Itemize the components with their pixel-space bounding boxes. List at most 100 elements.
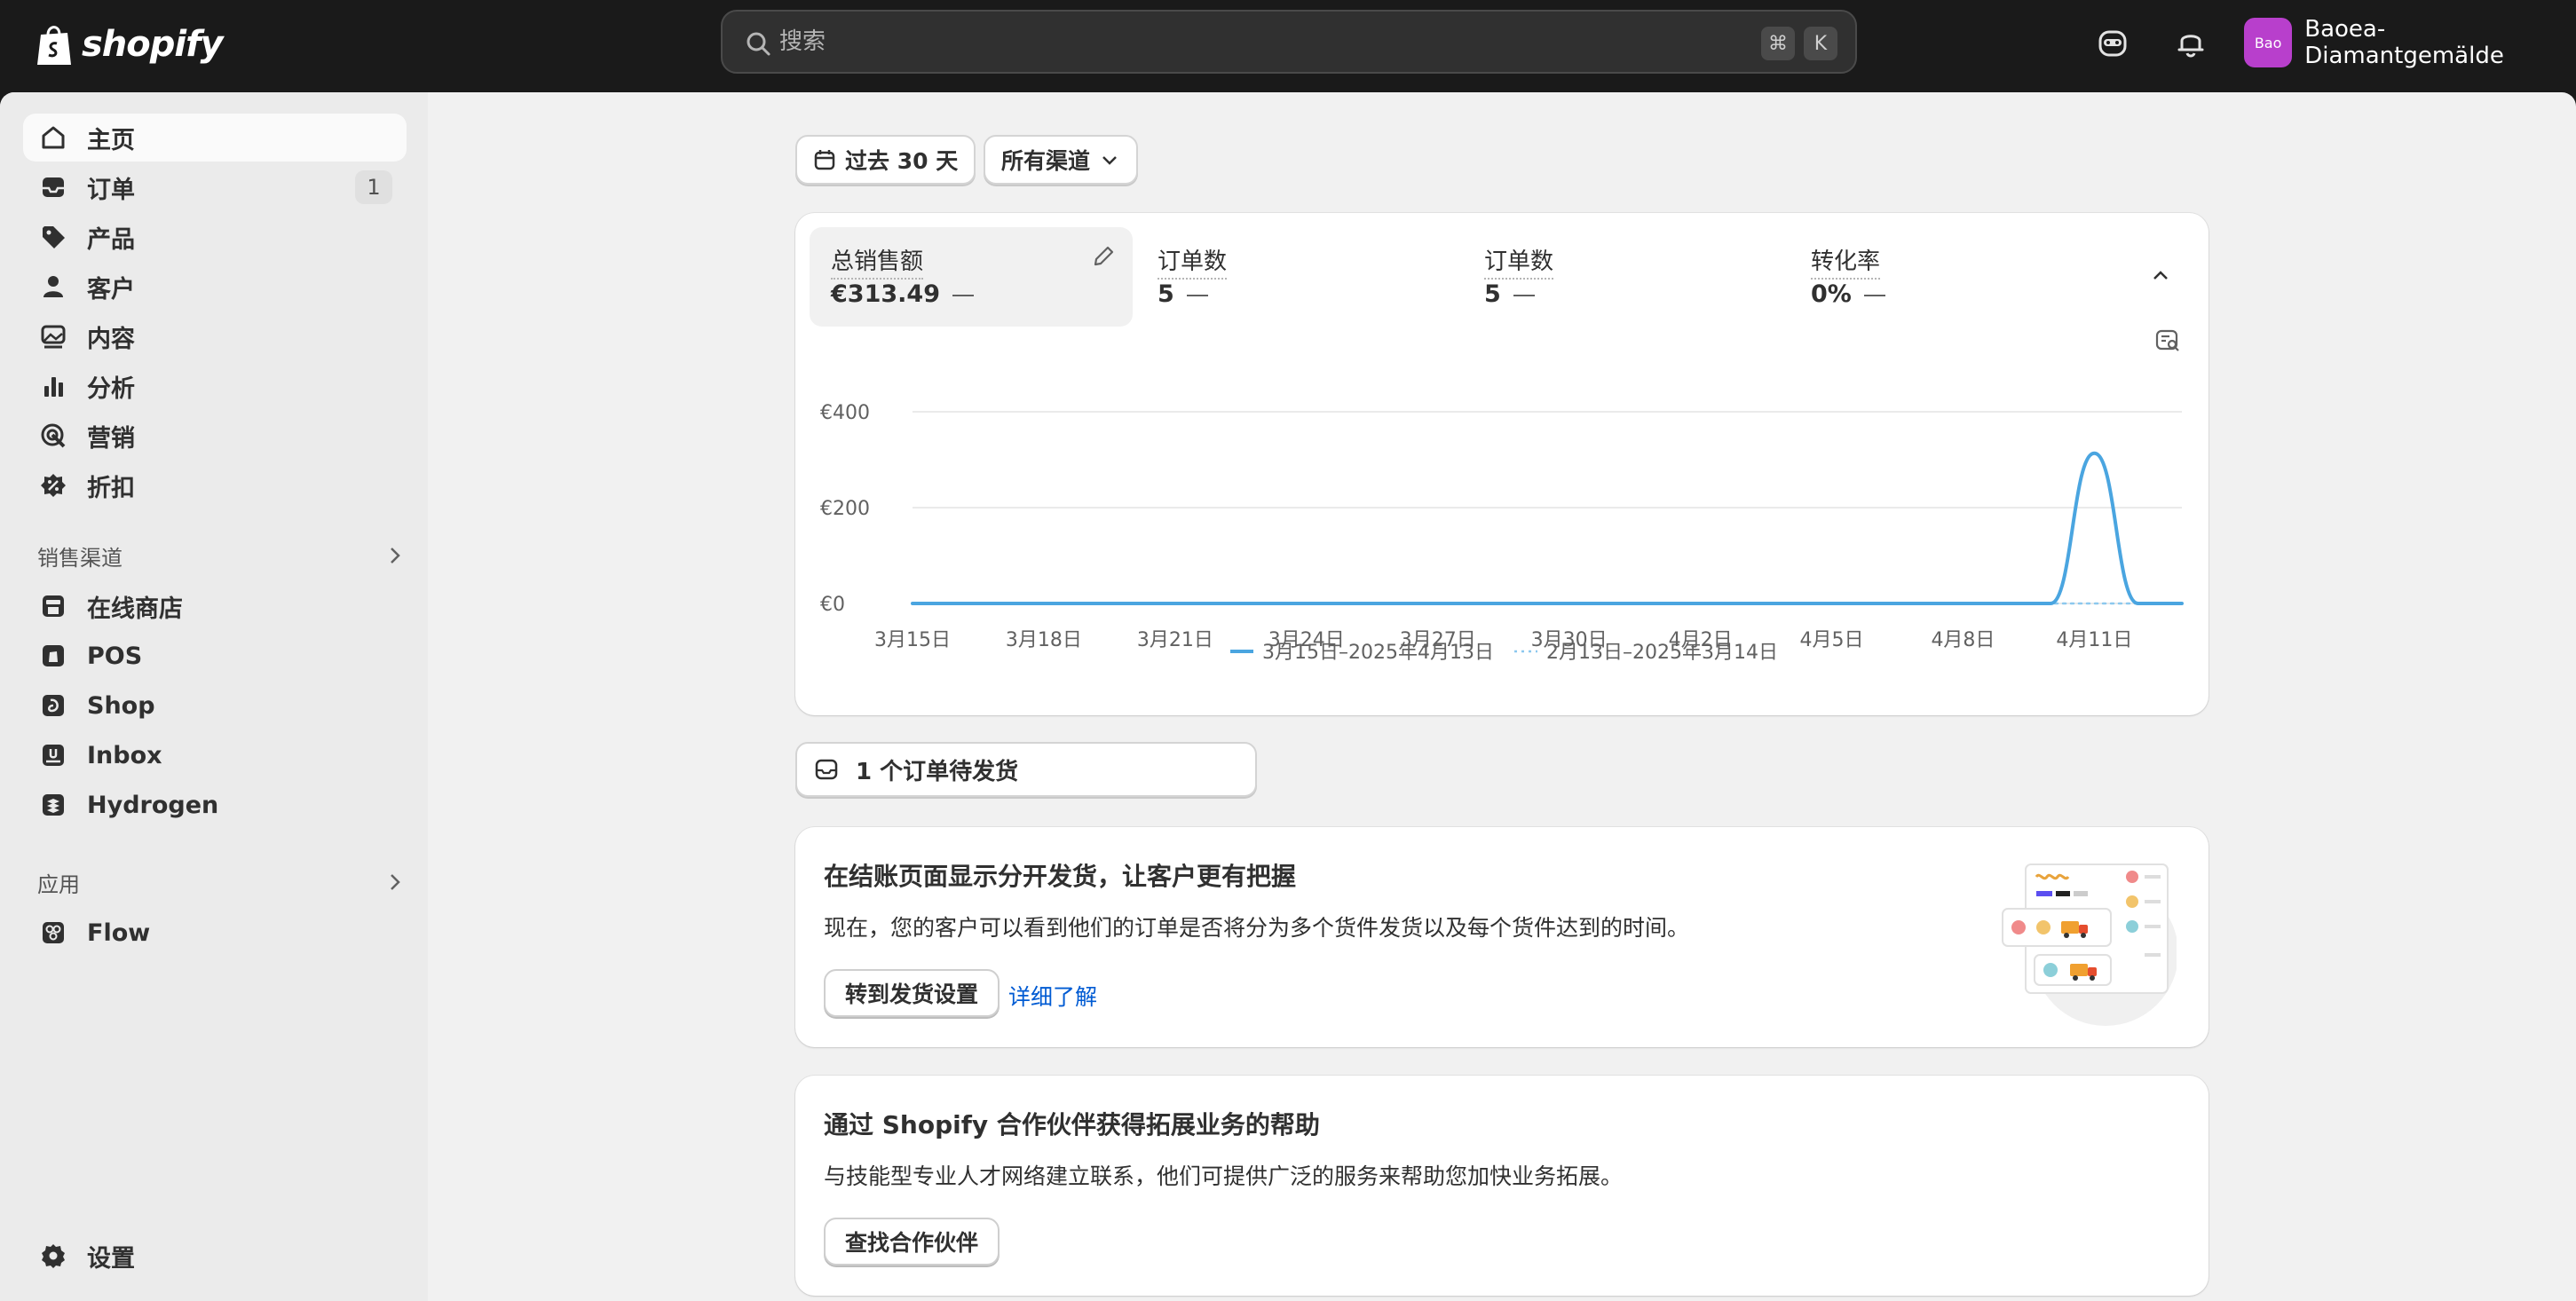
gear-icon [42, 1244, 65, 1268]
app-frame: 主页 订单 1 产品 客户 内容 分析 营销 折扣 销售渠道 在线商店 POS … [0, 92, 2576, 1301]
sidebar-item-customers[interactable]: 客户 [23, 263, 407, 311]
x-tick-label: 4月8日 [1931, 629, 1995, 651]
chevron-right-icon [391, 874, 400, 890]
date-range-label: 过去 30 天 [845, 148, 959, 174]
k-key-hint: K [1804, 27, 1837, 60]
x-tick-label: 4月11日 [2056, 629, 2132, 651]
sidebar-item-label: 订单 [87, 176, 135, 204]
metric-conversion-rate[interactable]: 转化率 0% [1790, 227, 2113, 327]
store-icon [43, 595, 64, 617]
sidebar-item-label: Shop [87, 691, 155, 720]
metric-value: 5 [1158, 280, 1208, 308]
sidebar-item-online-store[interactable]: 在线商店 [23, 582, 407, 630]
sidebar-item-pos[interactable]: POS [23, 632, 407, 680]
x-tick-label: 3月21日 [1137, 629, 1213, 651]
sidebar-item-flow[interactable]: Flow [23, 909, 407, 957]
sidebar-item-content[interactable]: 内容 [23, 312, 407, 360]
channel-filter-button[interactable]: 所有渠道 [984, 135, 1139, 185]
metric-label: 订单数 [1158, 243, 1228, 280]
sidebar-item-label: 产品 [87, 225, 135, 254]
metric-total-sales[interactable]: 总销售额 €313.49 [810, 227, 1133, 327]
sidebar-item-label: 内容 [87, 325, 135, 353]
sidebar-item-label: 在线商店 [87, 595, 183, 623]
store-name: Baoea-Diamantgemälde [2304, 16, 2504, 69]
chevron-right-icon [391, 548, 400, 564]
sidebar-item-home[interactable]: 主页 [23, 114, 407, 162]
y-tick-label: €0 [820, 594, 845, 616]
metric-label: 订单数 [1484, 243, 1554, 280]
promo-text: 现在，您的客户可以看到他们的订单是否将分为多个货件发货以及每个货件达到的时间。 [824, 915, 1690, 941]
apps-header[interactable]: 应用 [37, 864, 407, 900]
apps-label: 应用 [37, 871, 80, 897]
sidebar-item-label: POS [87, 642, 143, 670]
sidebar: 主页 订单 1 产品 客户 内容 分析 营销 折扣 销售渠道 在线商店 POS … [0, 92, 428, 1301]
sidebar-item-label: 营销 [87, 424, 135, 453]
command-key-hint: ⌘ [1761, 27, 1795, 60]
search-input[interactable] [779, 24, 1578, 59]
sidebar-item-analytics[interactable]: 分析 [23, 362, 407, 410]
x-tick-label: 3月15日 [874, 629, 951, 651]
legend-label: 2月13日–2025年3月14日 [1546, 642, 1778, 664]
sidebar-item-orders[interactable]: 订单 1 [23, 163, 407, 211]
promo-title: 在结账页面显示分开发货，让客户更有把握 [824, 862, 1297, 891]
sales-overview-card: 总销售额 €313.49 订单数 5 订单数 5 转化率 0% €0 €200 €4… [795, 213, 2209, 715]
metric-label: 总销售额 [831, 243, 924, 280]
learn-more-link[interactable]: 详细了解 [1008, 980, 1097, 1012]
sidebar-item-label: Inbox [87, 741, 162, 769]
tag-icon [43, 226, 65, 248]
sidebar-item-label: 分析 [87, 375, 135, 403]
top-bar: shopify ⌘ K Bao Baoea-Diamantgemälde [0, 0, 2576, 92]
x-tick-label: 3月18日 [1006, 629, 1082, 651]
find-partner-button[interactable]: 查找合作伙伴 [824, 1218, 1000, 1266]
shop-icon [43, 695, 64, 716]
bar-chart-icon [44, 377, 63, 397]
sales-channels-header[interactable]: 销售渠道 [37, 538, 407, 573]
metric-value: €313.49 [831, 280, 974, 308]
store-avatar: Bao [2244, 18, 2293, 67]
date-range-button[interactable]: 过去 30 天 [795, 135, 976, 185]
image-icon [41, 325, 66, 349]
pending-orders-label: 1 个订单待发货 [856, 758, 1019, 785]
sidebar-item-marketing[interactable]: 营销 [23, 412, 407, 460]
chevron-down-icon [1102, 156, 1117, 165]
sidebar-item-label: 折扣 [87, 474, 135, 502]
assistant-icon[interactable] [2095, 25, 2130, 60]
pos-icon [43, 645, 64, 666]
home-icon [42, 126, 65, 149]
y-tick-label: €400 [820, 402, 870, 424]
channel-filter-label: 所有渠道 [1001, 148, 1091, 174]
inbox-icon [43, 177, 64, 197]
sidebar-item-products[interactable]: 产品 [23, 213, 407, 261]
pencil-icon[interactable] [1090, 243, 1117, 270]
person-icon [43, 276, 63, 297]
shipping-settings-button[interactable]: 转到发货设置 [824, 969, 1000, 1017]
search-bar[interactable]: ⌘ K [721, 10, 1857, 74]
target-icon [41, 423, 66, 448]
hydrogen-icon [43, 794, 64, 816]
inbox-app-icon [43, 745, 64, 766]
bell-icon[interactable] [2173, 25, 2209, 60]
metric-orders-2[interactable]: 订单数 5 [1463, 227, 1786, 327]
split-shipment-promo-card: 在结账页面显示分开发货，让客户更有把握 现在，您的客户可以看到他们的订单是否将分… [795, 827, 2209, 1047]
promo-text: 与技能型专业人才网络建立联系，他们可提供广泛的服务来帮助您加快业务拓展。 [824, 1163, 1624, 1189]
sidebar-item-inbox[interactable]: Inbox [23, 731, 407, 779]
sidebar-item-label: 客户 [87, 275, 135, 304]
sidebar-item-settings[interactable]: 设置 [23, 1232, 407, 1280]
pending-orders-button[interactable]: 1 个订单待发货 [795, 742, 1257, 797]
inbox-icon [815, 759, 838, 780]
metric-label: 转化率 [1811, 243, 1881, 280]
partners-promo-card: 通过 Shopify 合作伙伴获得拓展业务的帮助 与技能型专业人才网络建立联系，… [795, 1076, 2209, 1296]
metric-value: 0% [1811, 280, 1885, 308]
chevron-up-icon[interactable] [2148, 263, 2173, 288]
sidebar-item-shop[interactable]: Shop [23, 682, 407, 729]
metric-orders[interactable]: 订单数 5 [1136, 227, 1459, 327]
sidebar-item-label: Flow [87, 919, 151, 947]
sidebar-item-discounts[interactable]: 折扣 [23, 461, 407, 509]
shopify-logo[interactable]: shopify [36, 20, 224, 69]
sidebar-item-label: 设置 [87, 1244, 135, 1273]
sidebar-item-hydrogen[interactable]: Hydrogen [23, 781, 407, 829]
logo-text: shopify [82, 24, 224, 65]
y-tick-label: €200 [820, 498, 870, 520]
promo-title: 通过 Shopify 合作伙伴获得拓展业务的帮助 [824, 1110, 1320, 1139]
store-menu[interactable]: Bao Baoea-Diamantgemälde [2244, 16, 2576, 69]
